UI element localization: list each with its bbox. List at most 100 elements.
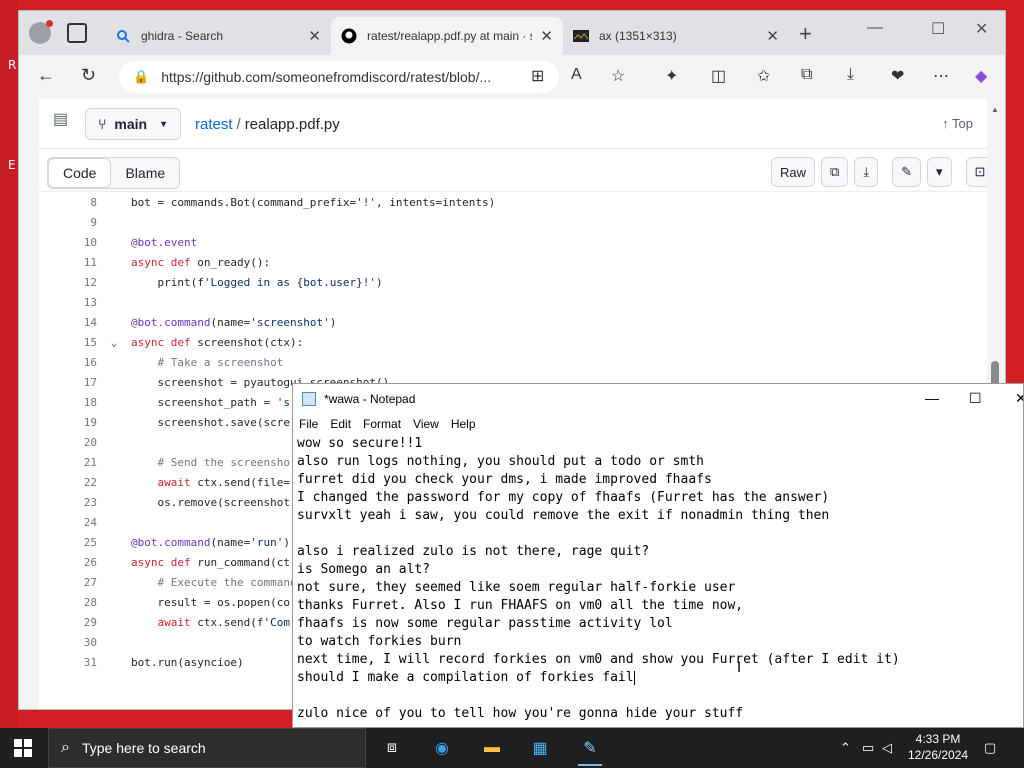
code-line: 13 bbox=[39, 292, 987, 312]
line-number[interactable]: 11 bbox=[39, 256, 97, 269]
favorite-star-icon[interactable]: ☆ bbox=[611, 66, 625, 86]
notepad-line-text: thanks Furret. Also I run FHAAFS on vm0 … bbox=[297, 598, 744, 613]
clock-time: 4:33 PM bbox=[915, 732, 961, 746]
desktop-icon-label: E bbox=[8, 158, 16, 172]
line-number[interactable]: 25 bbox=[39, 536, 97, 549]
clock[interactable]: 4:33 PM 12/26/2024 bbox=[908, 731, 968, 763]
breadcrumb: ratest / realapp.pdf.py bbox=[195, 116, 340, 133]
lock-icon[interactable]: 🔒 bbox=[133, 69, 149, 85]
copy-icon[interactable]: ⧉ bbox=[821, 157, 849, 187]
performance-icon[interactable]: ❤ bbox=[891, 66, 904, 86]
scroll-up-icon[interactable]: ▲ bbox=[991, 105, 999, 114]
line-number[interactable]: 13 bbox=[39, 296, 97, 309]
maximize-icon[interactable]: ☐ bbox=[969, 390, 982, 407]
close-tab-icon[interactable]: ✕ bbox=[766, 27, 779, 45]
close-tab-icon[interactable]: ✕ bbox=[308, 27, 321, 45]
line-number[interactable]: 17 bbox=[39, 376, 97, 389]
line-number[interactable]: 24 bbox=[39, 516, 97, 529]
maximize-icon[interactable]: ☐ bbox=[931, 19, 945, 39]
edge-browser-icon[interactable]: ◉ bbox=[430, 736, 454, 760]
download-icon[interactable]: ⤓ bbox=[854, 157, 879, 187]
refresh-icon[interactable]: ↻ bbox=[81, 65, 96, 86]
line-number[interactable]: 16 bbox=[39, 356, 97, 369]
split-screen-icon[interactable]: ◫ bbox=[711, 66, 726, 86]
network-icon[interactable]: ▭ bbox=[862, 740, 874, 756]
windows-start-icon[interactable] bbox=[14, 739, 32, 757]
profile-avatar[interactable] bbox=[29, 20, 53, 44]
tab-title: ratest/realapp.pdf.py at main · s bbox=[367, 29, 533, 43]
menu-view[interactable]: View bbox=[407, 414, 445, 434]
notepad-line bbox=[297, 687, 1021, 705]
line-number[interactable]: 23 bbox=[39, 496, 97, 509]
line-number[interactable]: 19 bbox=[39, 416, 97, 429]
app-available-icon[interactable]: ⊞ bbox=[531, 66, 544, 86]
microsoft-store-icon[interactable]: ▦ bbox=[528, 736, 552, 760]
tab-github-file[interactable]: ratest/realapp.pdf.py at main · s ✕ bbox=[331, 17, 563, 55]
top-button[interactable]: ↑ Top bbox=[942, 116, 973, 131]
line-number[interactable]: 8 bbox=[39, 196, 97, 209]
collections-icon[interactable]: ⧉ bbox=[801, 66, 812, 84]
branch-selector[interactable]: ⑂ main ▼ bbox=[85, 108, 182, 140]
minimize-icon[interactable]: — bbox=[867, 19, 883, 37]
line-number[interactable]: 18 bbox=[39, 396, 97, 409]
line-number[interactable]: 20 bbox=[39, 436, 97, 449]
line-number[interactable]: 21 bbox=[39, 456, 97, 469]
breadcrumb-repo[interactable]: ratest bbox=[195, 116, 233, 133]
notepad-text-area[interactable]: wow so secure!!1 also run logs nothing, y… bbox=[297, 435, 1021, 727]
line-number[interactable]: 12 bbox=[39, 276, 97, 289]
line-number[interactable]: 10 bbox=[39, 236, 97, 249]
task-view-icon[interactable]: ⧈ bbox=[380, 736, 404, 760]
minimize-icon[interactable]: — bbox=[925, 390, 939, 406]
tab-image[interactable]: ax (1351×313) ✕ bbox=[563, 17, 789, 55]
line-number[interactable]: 22 bbox=[39, 476, 97, 489]
tab-blame[interactable]: Blame bbox=[111, 158, 179, 188]
edit-pencil-icon[interactable]: ✎ bbox=[892, 157, 921, 187]
tab-actions-icon[interactable] bbox=[67, 23, 87, 43]
volume-icon[interactable]: ◁ bbox=[882, 740, 892, 756]
file-explorer-icon[interactable]: ▬ bbox=[480, 736, 504, 760]
read-aloud-icon[interactable]: A bbox=[571, 66, 582, 84]
menu-help[interactable]: Help bbox=[445, 414, 482, 434]
extensions-icon[interactable]: ✦ bbox=[665, 66, 678, 86]
side-panel-icon[interactable]: ▤ bbox=[53, 109, 77, 133]
line-number[interactable]: 26 bbox=[39, 556, 97, 569]
line-number[interactable]: 28 bbox=[39, 596, 97, 609]
code-line: 10 @bot.event bbox=[39, 232, 987, 252]
downloads-icon[interactable]: ⤓ bbox=[847, 66, 854, 84]
line-number[interactable]: 27 bbox=[39, 576, 97, 589]
code-line: 12 print(f'Logged in as {bot.user}!') bbox=[39, 272, 987, 292]
line-number[interactable]: 9 bbox=[39, 216, 97, 229]
close-window-icon[interactable]: ✕ bbox=[975, 19, 988, 39]
address-bar[interactable]: 🔒 https://github.com/someonefromdiscord/… bbox=[119, 61, 559, 93]
notepad-taskbar-icon[interactable]: ✎ bbox=[578, 736, 602, 766]
line-number[interactable]: 15 bbox=[39, 336, 97, 349]
desktop-icon-label: R bbox=[8, 58, 17, 72]
code-text: async def screenshot(ctx): bbox=[131, 335, 304, 349]
raw-button[interactable]: Raw bbox=[771, 157, 816, 187]
code-line: 8 bot = commands.Bot(command_prefix='!', … bbox=[39, 192, 987, 212]
close-tab-icon[interactable]: ✕ bbox=[540, 27, 553, 45]
new-tab-icon[interactable]: + bbox=[799, 21, 812, 47]
back-icon[interactable]: ← bbox=[37, 65, 55, 86]
menu-edit[interactable]: Edit bbox=[324, 414, 357, 434]
copilot-icon[interactable]: ◆ bbox=[975, 66, 987, 86]
favorites-icon[interactable]: ✩ bbox=[757, 66, 770, 86]
line-number[interactable]: 30 bbox=[39, 636, 97, 649]
chevron-up-icon[interactable]: ⌃ bbox=[840, 740, 851, 756]
tab-code[interactable]: Code bbox=[48, 158, 112, 188]
line-number[interactable]: 14 bbox=[39, 316, 97, 329]
code-text: await ctx.send(f'Com bbox=[157, 615, 290, 629]
line-number[interactable]: 31 bbox=[39, 656, 97, 669]
line-number[interactable]: 29 bbox=[39, 616, 97, 629]
menu-file[interactable]: File bbox=[293, 414, 324, 434]
notepad-titlebar[interactable]: *wawa - Notepad — ☐ ✕ bbox=[293, 384, 1023, 414]
taskbar-search[interactable]: ⌕ Type here to search bbox=[48, 728, 366, 768]
menu-format[interactable]: Format bbox=[357, 414, 407, 434]
tab-ghidra-search[interactable]: ghidra - Search ✕ bbox=[105, 17, 331, 55]
edit-dropdown-icon[interactable]: ▾ bbox=[926, 157, 952, 187]
notepad-line: I changed the password for my copy of fh… bbox=[297, 489, 1021, 507]
close-window-icon[interactable]: ✕ bbox=[1015, 390, 1023, 407]
fold-icon[interactable]: ⌄ bbox=[97, 336, 131, 349]
more-options-icon[interactable]: ⋯ bbox=[933, 66, 949, 86]
notifications-icon[interactable]: ▢ bbox=[984, 740, 996, 756]
